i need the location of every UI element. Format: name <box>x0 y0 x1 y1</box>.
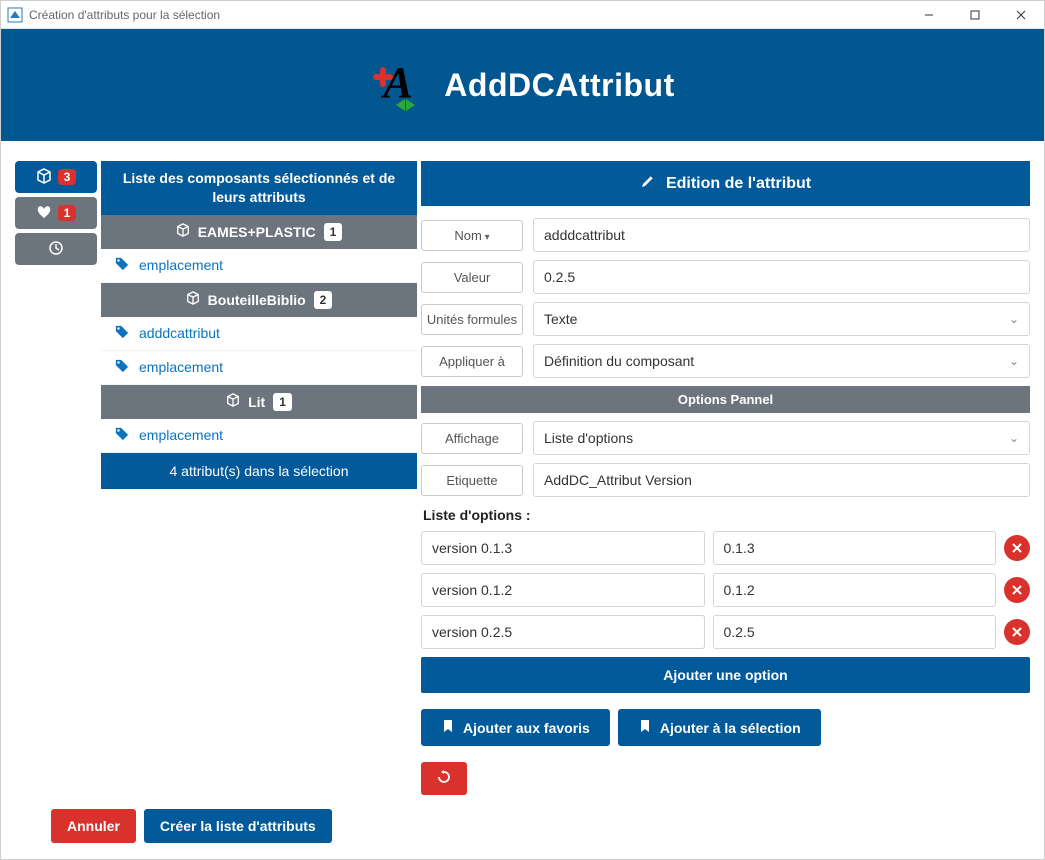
close-button[interactable] <box>998 1 1044 29</box>
cancel-button[interactable]: Annuler <box>51 809 136 843</box>
main-content: 3 1 Liste des composants sélectionnés et… <box>1 141 1044 795</box>
option-label-input[interactable]: version 0.2.5 <box>421 615 705 649</box>
attribute-item[interactable]: emplacement <box>101 351 417 385</box>
vertical-tabs: 3 1 <box>15 161 97 795</box>
bookmark-icon <box>441 719 455 736</box>
clock-icon <box>48 240 64 259</box>
option-value-input[interactable]: 0.1.3 <box>713 531 997 565</box>
input-nom[interactable]: adddcattribut <box>533 218 1030 252</box>
app-window: Création d'attributs pour la sélection A… <box>0 0 1045 860</box>
label-unites: Unités formules <box>421 304 523 335</box>
option-label-input[interactable]: version 0.1.2 <box>421 573 705 607</box>
delete-option-button[interactable] <box>1004 619 1030 645</box>
component-group-header[interactable]: Lit 1 <box>101 385 417 419</box>
tab-components[interactable]: 3 <box>15 161 97 193</box>
minimize-button[interactable] <box>906 1 952 29</box>
components-panel-header: Liste des composants sélectionnés et de … <box>101 161 417 215</box>
option-row: version 0.1.2 0.1.2 <box>421 573 1030 607</box>
titlebar: Création d'attributs pour la sélection <box>1 1 1044 29</box>
tag-icon <box>115 427 129 444</box>
label-affichage: Affichage <box>421 423 523 454</box>
window-title: Création d'attributs pour la sélection <box>29 8 906 22</box>
label-nom[interactable]: Nom <box>421 220 523 251</box>
editor-header-title: Edition de l'attribut <box>666 175 811 193</box>
components-panel: Liste des composants sélectionnés et de … <box>101 161 417 795</box>
editor-panel: Edition de l'attribut Nom adddcattribut … <box>421 161 1030 795</box>
favorites-count-badge: 1 <box>58 205 77 221</box>
component-name: Lit <box>248 394 265 410</box>
input-valeur[interactable]: 0.2.5 <box>533 260 1030 294</box>
component-group-header[interactable]: EAMES+PLASTIC 1 <box>101 215 417 249</box>
attribute-item[interactable]: adddcattribut <box>101 317 417 351</box>
option-value-input[interactable]: 0.2.5 <box>713 615 997 649</box>
option-row: version 0.1.3 0.1.3 <box>421 531 1030 565</box>
cube-icon <box>176 223 190 240</box>
select-unites[interactable]: Texte <box>533 302 1030 336</box>
tab-history[interactable] <box>15 233 97 265</box>
summary-bar: 4 attribut(s) dans la sélection <box>101 453 417 489</box>
component-group-header[interactable]: BouteilleBiblio 2 <box>101 283 417 317</box>
label-appliquer: Appliquer à <box>421 346 523 377</box>
options-panel-header: Options Pannel <box>421 386 1030 413</box>
footer: Annuler Créer la liste d'attributs <box>1 795 1044 859</box>
attribute-name: emplacement <box>139 359 223 375</box>
delete-option-button[interactable] <box>1004 577 1030 603</box>
label-etiquette: Etiquette <box>421 465 523 496</box>
attribute-item[interactable]: emplacement <box>101 419 417 453</box>
attribute-name: adddcattribut <box>139 325 220 341</box>
components-count-badge: 3 <box>58 169 77 185</box>
component-count: 1 <box>324 223 343 241</box>
option-value-input[interactable]: 0.1.2 <box>713 573 997 607</box>
component-count: 2 <box>314 291 333 309</box>
component-name: BouteilleBiblio <box>208 292 306 308</box>
component-count: 1 <box>273 393 292 411</box>
cube-icon <box>36 168 52 187</box>
input-etiquette[interactable]: AddDC_Attribut Version <box>533 463 1030 497</box>
heart-icon <box>36 204 52 223</box>
app-icon <box>7 7 23 23</box>
create-list-button[interactable]: Créer la liste d'attributs <box>144 809 332 843</box>
attribute-name: emplacement <box>139 257 223 273</box>
bookmark-icon <box>638 719 652 736</box>
select-affichage[interactable]: Liste d'options <box>533 421 1030 455</box>
hero-title: AddDCAttribut <box>444 67 674 104</box>
hero-banner: A AddDCAttribut <box>1 29 1044 141</box>
option-row: version 0.2.5 0.2.5 <box>421 615 1030 649</box>
attribute-item[interactable]: emplacement <box>101 249 417 283</box>
editor-header: Edition de l'attribut <box>421 161 1030 206</box>
options-list-heading: Liste d'options : <box>423 507 1030 523</box>
logo-icon: A <box>370 55 430 115</box>
cube-icon <box>186 291 200 308</box>
maximize-button[interactable] <box>952 1 998 29</box>
cube-icon <box>226 393 240 410</box>
attribute-name: emplacement <box>139 427 223 443</box>
select-appliquer[interactable]: Définition du composant <box>533 344 1030 378</box>
editor-form: Nom adddcattribut Valeur 0.2.5 Unités fo… <box>421 206 1030 795</box>
pencil-icon <box>640 173 656 194</box>
tag-icon <box>115 359 129 376</box>
tab-favorites[interactable]: 1 <box>15 197 97 229</box>
add-favorites-button[interactable]: Ajouter aux favoris <box>421 709 610 746</box>
reset-button[interactable] <box>421 762 467 795</box>
option-label-input[interactable]: version 0.1.3 <box>421 531 705 565</box>
add-option-button[interactable]: Ajouter une option <box>421 657 1030 693</box>
tag-icon <box>115 325 129 342</box>
label-valeur: Valeur <box>421 262 523 293</box>
add-selection-button[interactable]: Ajouter à la sélection <box>618 709 821 746</box>
tag-icon <box>115 257 129 274</box>
window-controls <box>906 1 1044 29</box>
refresh-icon <box>437 770 451 787</box>
delete-option-button[interactable] <box>1004 535 1030 561</box>
component-name: EAMES+PLASTIC <box>198 224 316 240</box>
